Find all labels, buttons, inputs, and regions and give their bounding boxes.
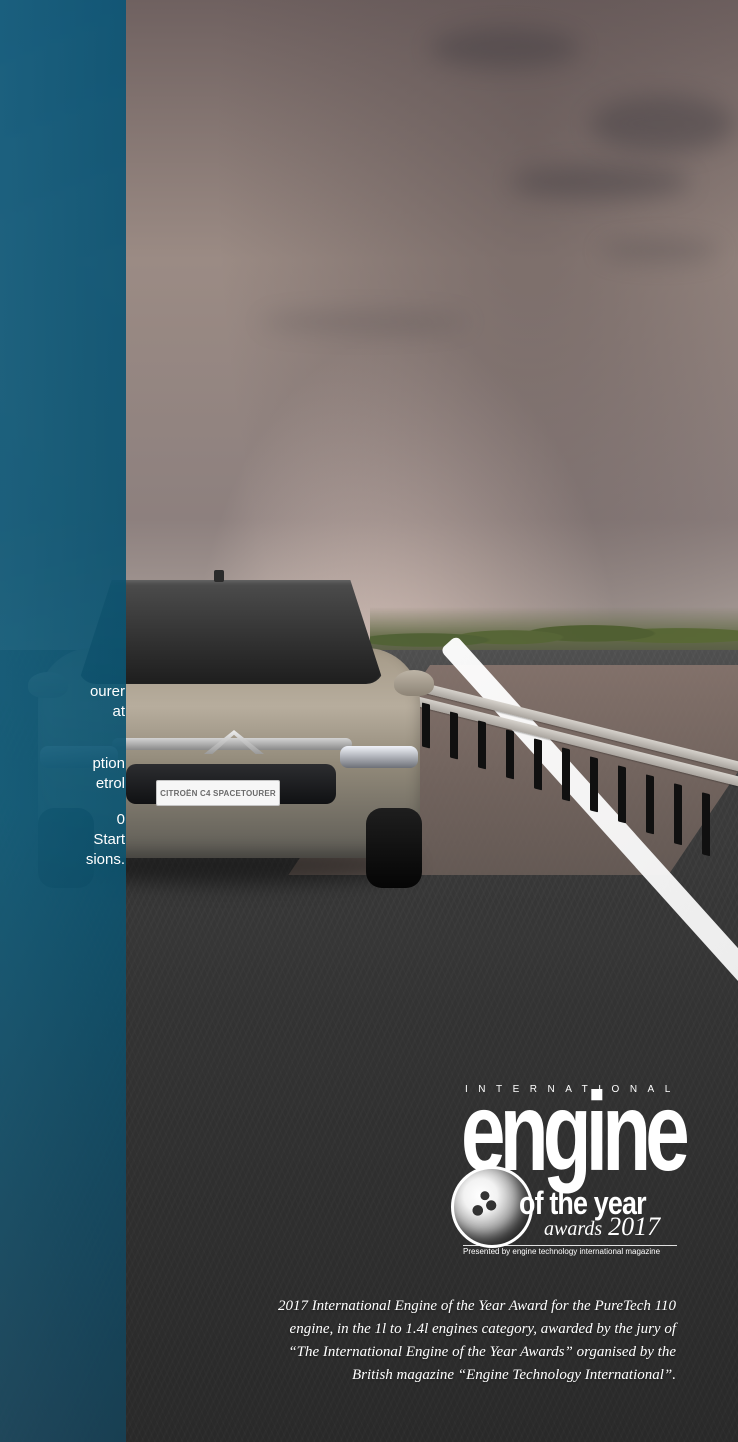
- guardrail-post: [478, 720, 486, 770]
- award-caption: 2017 International Engine of the Year Aw…: [183, 1295, 676, 1387]
- cloud-2: [510, 165, 690, 199]
- cropped-side-text: ourer at ption etrol 0 Start sions.: [0, 682, 125, 870]
- caption-line-1: 2017 International Engine of the Year Aw…: [277, 1298, 676, 1314]
- cloud-4: [260, 312, 470, 332]
- side-text-line: 0: [116, 811, 125, 828]
- side-text-line: at: [112, 703, 125, 720]
- cloud-1: [430, 28, 580, 68]
- cloud-5: [600, 240, 720, 262]
- caption-line-2: engine, in the 1l to 1.4l engines catego…: [289, 1321, 676, 1337]
- guardrail-post: [618, 765, 626, 824]
- guardrail-post: [702, 792, 710, 857]
- right-wheel: [366, 808, 422, 888]
- logo-year: 2017: [608, 1212, 661, 1241]
- caption-line-3: “The International Engine of the Year Aw…: [288, 1344, 676, 1360]
- guardrail-post: [646, 774, 654, 835]
- engine-of-the-year-logo: INTERNATIONAL engine of the year awards …: [451, 1077, 690, 1257]
- right-mirror: [394, 670, 434, 696]
- license-plate: CITROËN C4 SPACETOURER: [156, 780, 280, 806]
- front-chrome-bar: [112, 738, 352, 750]
- side-text-line: ption: [92, 755, 125, 772]
- logo-presented-text: Presented by engine technology internati…: [463, 1245, 677, 1257]
- right-headlight: [340, 746, 418, 768]
- caption-line-4: British magazine “Engine Technology Inte…: [351, 1367, 676, 1383]
- cloud-3: [590, 95, 735, 153]
- guardrail-post: [674, 783, 682, 846]
- guardrail-post: [590, 756, 598, 813]
- side-text-line: ourer: [89, 683, 125, 700]
- guardrail-post: [534, 738, 542, 791]
- logo-awards-group: awards 2017: [544, 1212, 674, 1241]
- roof-antenna: [214, 570, 224, 582]
- advertisement-page: CITROËN C4 SPACETOURER ourer at ption et…: [0, 0, 738, 1442]
- side-text-line: Start: [93, 831, 125, 848]
- side-text-line: sions.: [85, 851, 125, 868]
- guardrail-post: [562, 747, 570, 802]
- guardrail-post: [506, 729, 514, 780]
- guardrail-post: [450, 711, 458, 760]
- logo-main-text: engine: [461, 1070, 690, 1194]
- side-text-line: etrol: [95, 775, 125, 792]
- logo-awards-text: awards: [544, 1218, 603, 1240]
